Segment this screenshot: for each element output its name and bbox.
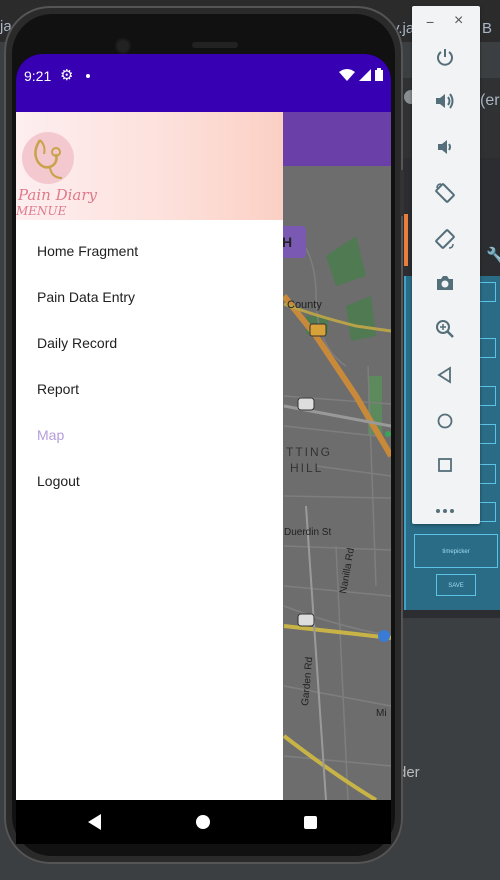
menu-item-daily-record[interactable]: Daily Record bbox=[16, 320, 283, 366]
save-blueprint: SAVE bbox=[436, 574, 476, 596]
settings-gear-icon: ⚙ bbox=[60, 67, 74, 84]
nav-home-icon[interactable] bbox=[196, 815, 210, 829]
drawer-header: Pain Diary MENUE bbox=[16, 112, 283, 220]
ide-bottom-panel: der bbox=[398, 756, 500, 790]
ide-right-text: (er bbox=[480, 92, 500, 109]
volume-down-icon[interactable] bbox=[430, 132, 460, 162]
overview-icon[interactable] bbox=[430, 450, 460, 480]
nav-back-icon[interactable] bbox=[88, 814, 101, 830]
menu-item-report[interactable]: Report bbox=[16, 366, 283, 412]
drawer-menu: Home Fragment Pain Data Entry Daily Reco… bbox=[16, 228, 283, 504]
device-screen: 9:21 ⚙ County TTING HILL Duerdin St Nani… bbox=[16, 54, 391, 844]
rotate-right-icon[interactable] bbox=[430, 224, 460, 254]
earpiece-speaker bbox=[192, 42, 238, 48]
notification-dot-icon bbox=[86, 74, 90, 78]
menu-item-home-fragment[interactable]: Home Fragment bbox=[16, 228, 283, 274]
zoom-icon[interactable] bbox=[430, 314, 460, 344]
map-label: County bbox=[287, 299, 322, 311]
nav-recents-icon[interactable] bbox=[304, 816, 317, 829]
close-button[interactable]: × bbox=[454, 12, 463, 30]
menu-item-pain-data-entry[interactable]: Pain Data Entry bbox=[16, 274, 283, 320]
status-time: 9:21 bbox=[24, 68, 52, 84]
ide-orange-marker bbox=[404, 214, 408, 266]
map-label: Mi bbox=[376, 708, 387, 719]
battery-icon bbox=[375, 68, 383, 81]
stethoscope-logo-icon bbox=[22, 132, 74, 184]
minimize-button[interactable]: − bbox=[426, 14, 434, 30]
status-icons bbox=[339, 68, 383, 81]
system-nav-bar bbox=[16, 800, 391, 844]
wifi-icon bbox=[339, 68, 355, 81]
power-icon[interactable] bbox=[430, 42, 460, 72]
emulator-toolbar: − × bbox=[412, 6, 480, 524]
logo-subtitle: MENUE bbox=[16, 204, 67, 218]
camera-icon[interactable] bbox=[430, 268, 460, 298]
map-label: Duerdin St bbox=[284, 527, 331, 538]
rotate-left-icon[interactable] bbox=[430, 178, 460, 208]
signal-icon bbox=[359, 68, 371, 81]
menu-item-logout[interactable]: Logout bbox=[16, 458, 283, 504]
more-icon[interactable] bbox=[430, 496, 460, 526]
wrench-icon[interactable]: 🔧 bbox=[486, 246, 500, 265]
back-icon[interactable] bbox=[430, 360, 460, 390]
map-label: HILL bbox=[290, 461, 323, 475]
front-camera bbox=[117, 40, 129, 52]
map-label: TTING bbox=[286, 445, 332, 459]
logo-title: Pain Diary bbox=[18, 186, 97, 204]
phone-side-button bbox=[400, 170, 404, 216]
status-bar: 9:21 ⚙ bbox=[16, 54, 391, 112]
timepicker-blueprint: timepicker bbox=[414, 534, 498, 568]
menu-item-map[interactable]: Map bbox=[16, 412, 283, 458]
volume-up-icon[interactable] bbox=[430, 86, 460, 116]
ide-top-far-right-text: B bbox=[482, 20, 493, 37]
navigation-drawer: Pain Diary MENUE Home Fragment Pain Data… bbox=[16, 112, 283, 800]
home-icon[interactable] bbox=[430, 406, 460, 436]
